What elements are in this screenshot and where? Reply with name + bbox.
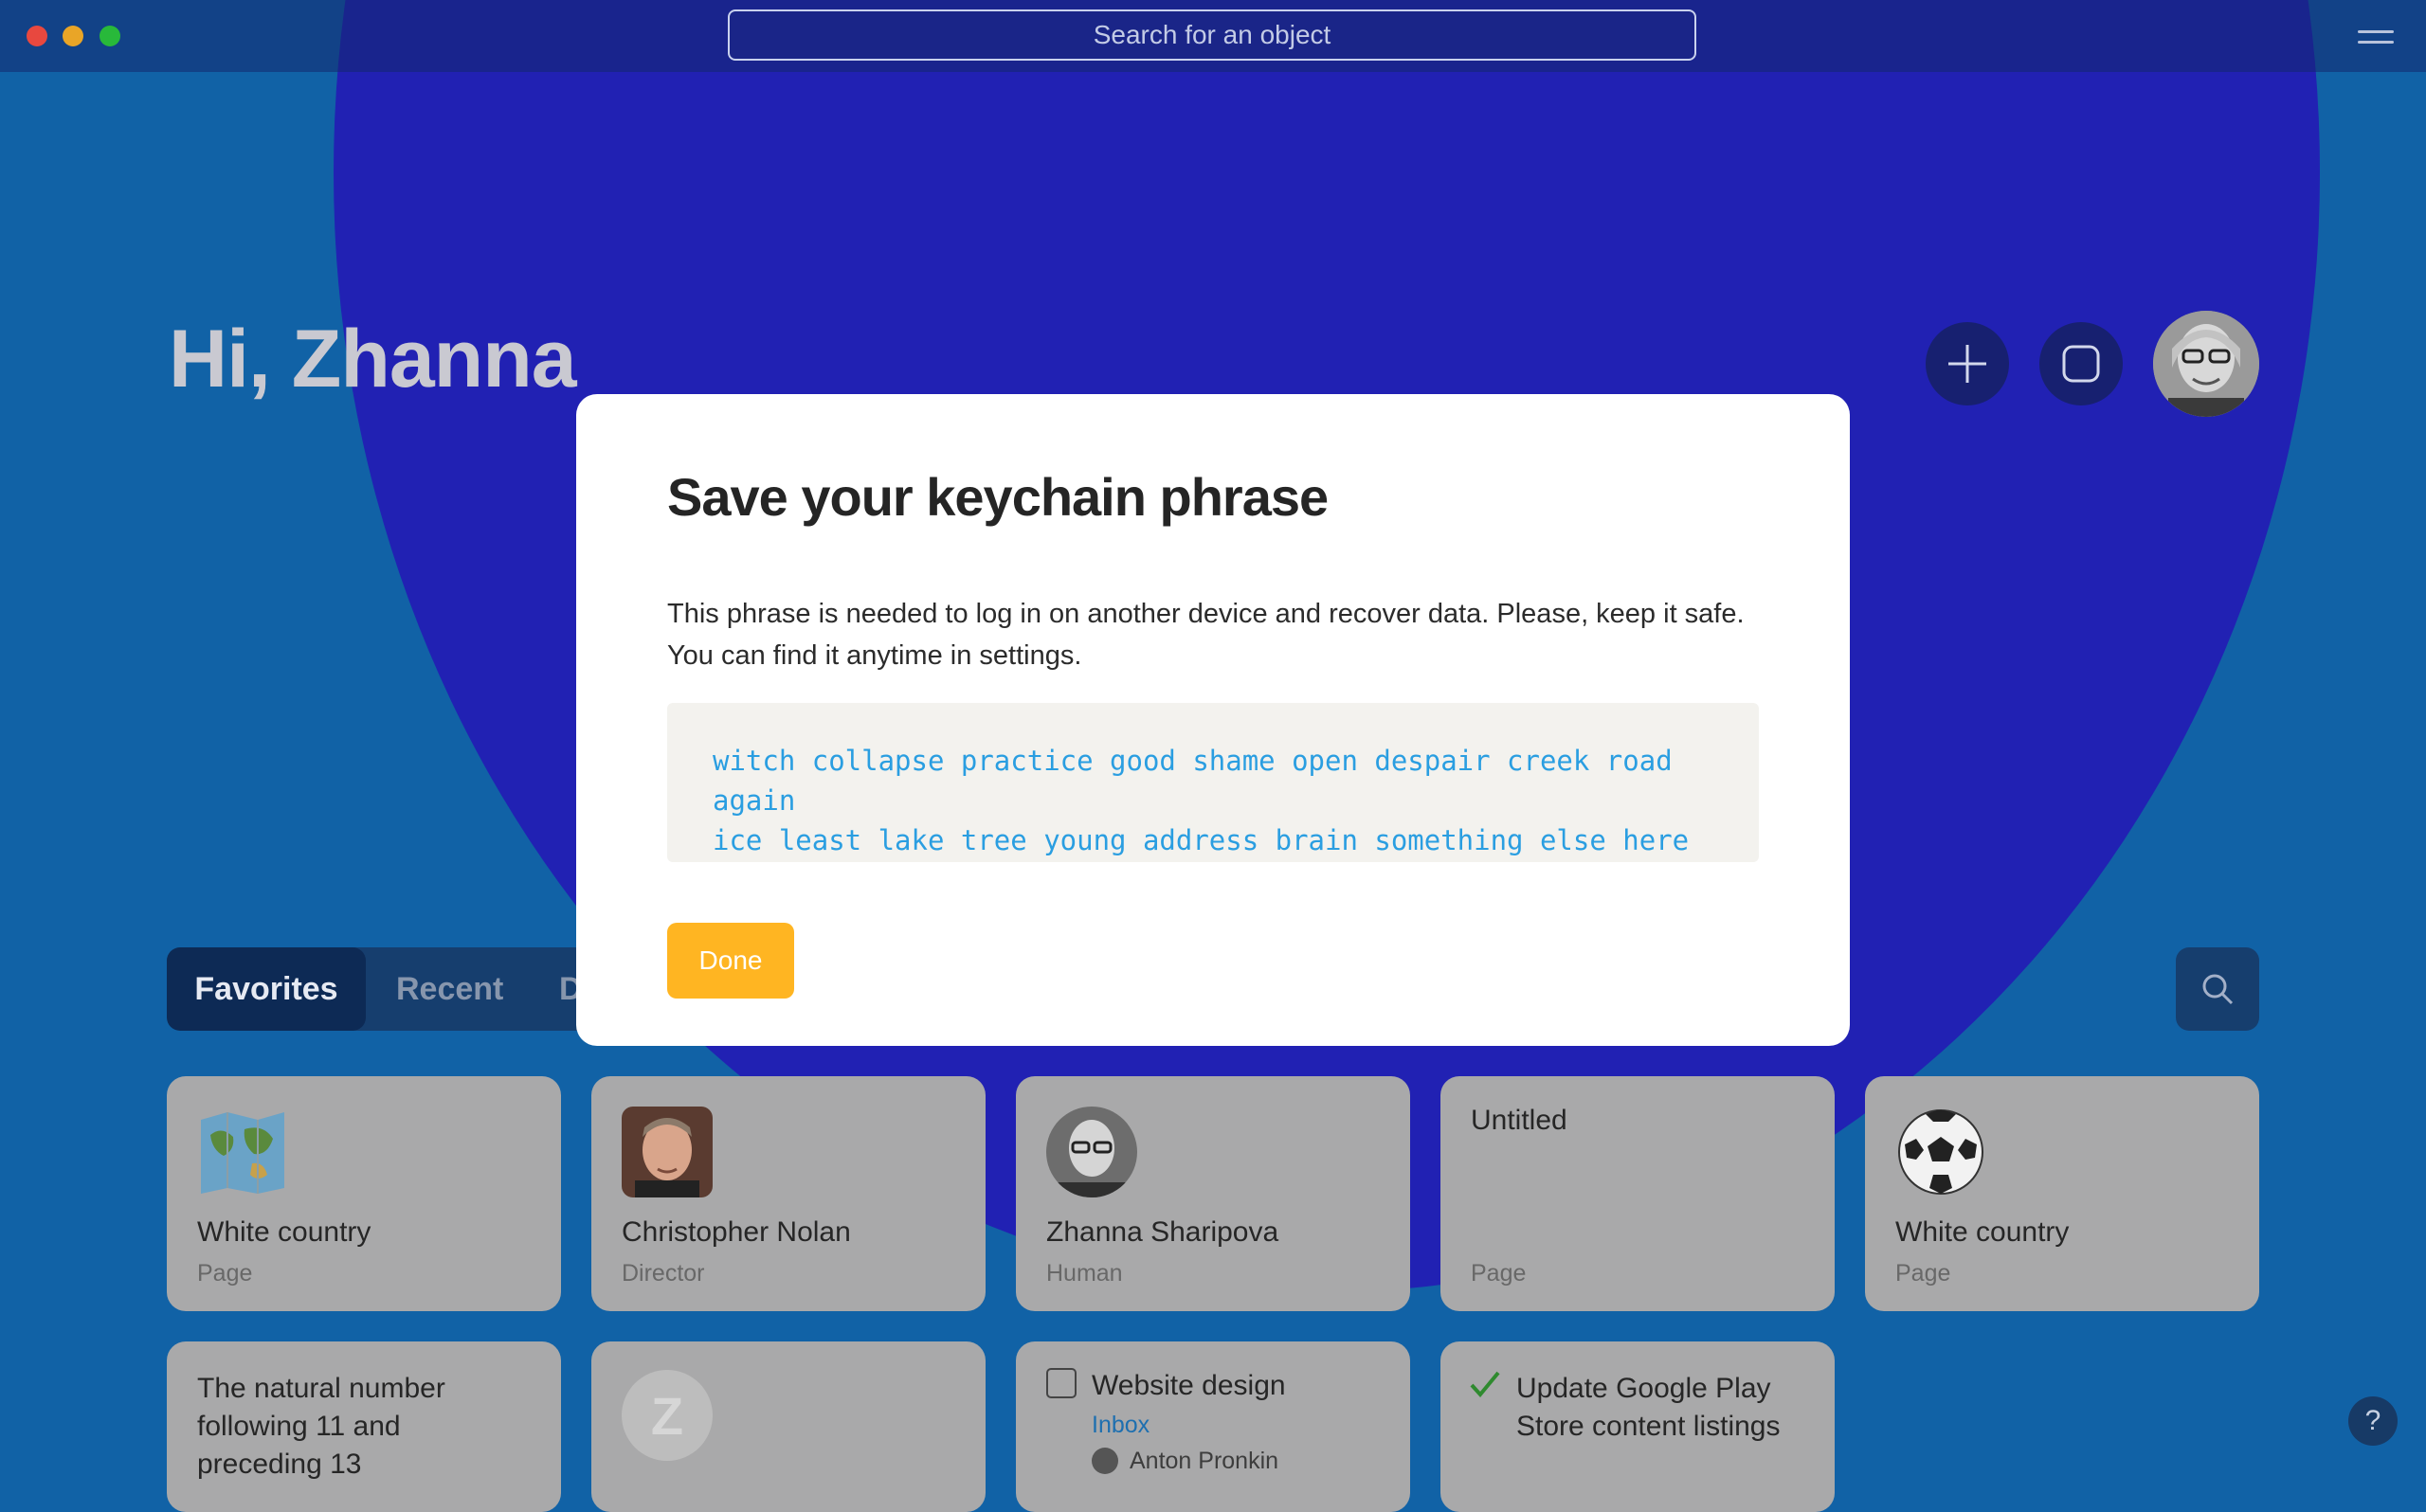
card-title: Website design (1092, 1370, 1286, 1401)
checkmark-icon (1470, 1371, 1500, 1398)
portrait-photo-round (1046, 1107, 1137, 1197)
tab-recent[interactable]: Recent (396, 947, 503, 1031)
keychain-phrase-line: witch collapse practice good shame open … (713, 745, 1673, 817)
card-type: Inbox (1092, 1412, 1150, 1438)
user-portrait-image (2153, 311, 2259, 417)
sets-button[interactable] (2039, 322, 2123, 405)
world-map-icon (197, 1107, 288, 1197)
keychain-phrase-modal: Save your keychain phrase This phrase is… (576, 394, 1850, 1046)
card-type: Human (1046, 1260, 1123, 1287)
card-type: Page (1471, 1260, 1527, 1287)
object-card[interactable]: White country Page (1865, 1076, 2259, 1311)
menu-icon[interactable] (2358, 30, 2394, 44)
done-button[interactable]: Done (667, 923, 794, 999)
tab-favorites[interactable]: Favorites (167, 947, 366, 1031)
card-type: Director (622, 1260, 705, 1287)
card-title: Christopher Nolan (622, 1216, 851, 1248)
card-title: Zhanna Sharipova (1046, 1216, 1279, 1248)
modal-description-line: You can find it anytime in settings. (667, 640, 1082, 671)
checkbox-icon[interactable] (1046, 1368, 1077, 1398)
card-title: White country (1895, 1216, 2070, 1248)
assignee-name: Anton Pronkin (1130, 1448, 1279, 1474)
object-card[interactable]: Website design Inbox Anton Pronkin (1016, 1341, 1410, 1512)
minimize-window-button[interactable] (63, 26, 83, 46)
object-card[interactable]: Zhanna Sharipova Human (1016, 1076, 1410, 1311)
search-icon (2202, 974, 2234, 1005)
greeting-heading: Hi, Zhanna (169, 314, 577, 405)
keychain-phrase-line: ice least lake tree young address brain … (713, 824, 1690, 856)
global-search-input[interactable]: Search for an object (728, 9, 1696, 61)
maximize-window-button[interactable] (100, 26, 120, 46)
avatar-initial: Z (622, 1370, 713, 1461)
object-card[interactable]: Untitled Page (1440, 1076, 1835, 1311)
title-bar: Search for an object (0, 0, 2426, 72)
keychain-phrase-box[interactable]: witch collapse practice good shame open … (667, 703, 1759, 862)
home-search-button[interactable] (2176, 947, 2259, 1031)
close-window-button[interactable] (27, 26, 47, 46)
object-card[interactable]: Christopher Nolan Director (591, 1076, 986, 1311)
card-title: Update Google Play Store content listing… (1516, 1373, 1781, 1442)
modal-description: This phrase is needed to log in on anoth… (667, 593, 1785, 676)
card-type: Page (1895, 1260, 1951, 1287)
rounded-square-icon (2062, 345, 2100, 383)
home-tabs: Favorites Recent D (167, 947, 603, 1031)
card-title: White country (197, 1216, 371, 1248)
object-card[interactable]: White country Page (167, 1076, 561, 1311)
profile-avatar[interactable] (2153, 311, 2259, 417)
object-card[interactable]: The natural number following 11 and prec… (167, 1341, 561, 1512)
portrait-photo (622, 1107, 713, 1197)
modal-description-line: This phrase is needed to log in on anoth… (667, 599, 1745, 629)
card-title: Untitled (1471, 1105, 1567, 1136)
modal-title: Save your keychain phrase (667, 467, 1329, 527)
card-title: The natural number following 11 and prec… (197, 1373, 445, 1480)
soccer-ball-icon (1895, 1107, 1986, 1197)
object-card[interactable]: Z (591, 1341, 986, 1512)
add-object-button[interactable] (1926, 322, 2009, 405)
card-type: Page (197, 1260, 253, 1287)
object-card[interactable]: Update Google Play Store content listing… (1440, 1341, 1835, 1512)
help-button[interactable]: ? (2348, 1396, 2398, 1446)
plus-icon (1948, 345, 1986, 383)
